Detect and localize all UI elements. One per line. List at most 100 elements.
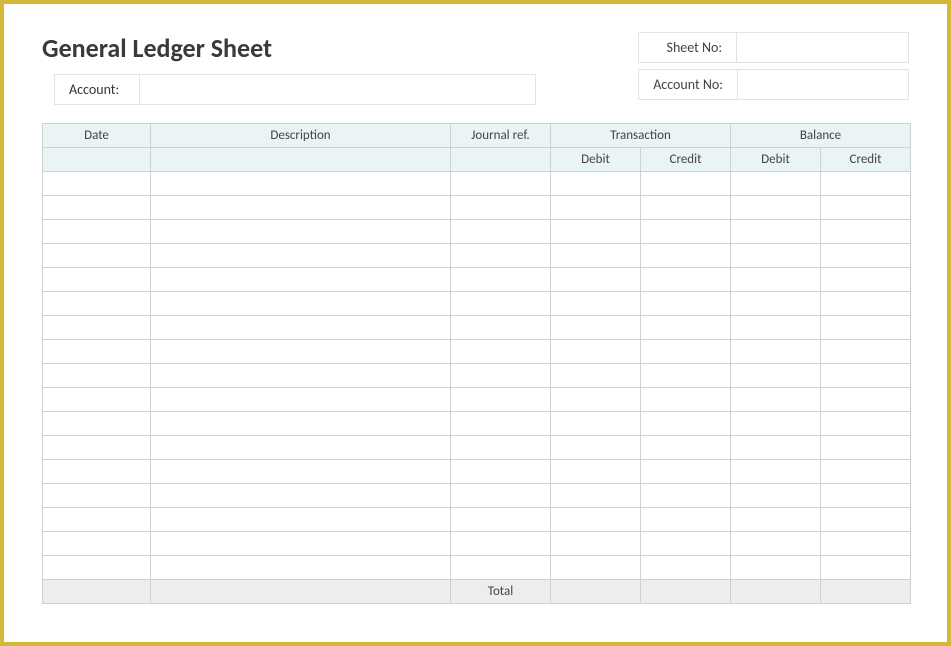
cell-date[interactable] (43, 364, 151, 388)
cell-description[interactable] (151, 316, 451, 340)
cell-transaction-credit[interactable] (641, 364, 731, 388)
cell-description[interactable] (151, 412, 451, 436)
cell-transaction-credit[interactable] (641, 292, 731, 316)
cell-transaction-credit[interactable] (641, 460, 731, 484)
cell-balance-debit[interactable] (731, 556, 821, 580)
cell-transaction-credit[interactable] (641, 556, 731, 580)
cell-balance-credit[interactable] (821, 532, 911, 556)
cell-balance-credit[interactable] (821, 292, 911, 316)
cell-balance-credit[interactable] (821, 364, 911, 388)
cell-date[interactable] (43, 220, 151, 244)
cell-date[interactable] (43, 436, 151, 460)
cell-date[interactable] (43, 244, 151, 268)
cell-description[interactable] (151, 484, 451, 508)
cell-journal-ref[interactable] (451, 172, 551, 196)
cell-date[interactable] (43, 508, 151, 532)
cell-balance-credit[interactable] (821, 460, 911, 484)
cell-transaction-credit[interactable] (641, 412, 731, 436)
cell-description[interactable] (151, 436, 451, 460)
cell-journal-ref[interactable] (451, 196, 551, 220)
cell-date[interactable] (43, 412, 151, 436)
cell-description[interactable] (151, 340, 451, 364)
cell-description[interactable] (151, 460, 451, 484)
cell-balance-debit[interactable] (731, 436, 821, 460)
cell-balance-debit[interactable] (731, 244, 821, 268)
cell-transaction-credit[interactable] (641, 532, 731, 556)
cell-transaction-credit[interactable] (641, 268, 731, 292)
cell-date[interactable] (43, 316, 151, 340)
cell-transaction-debit[interactable] (551, 268, 641, 292)
cell-balance-debit[interactable] (731, 220, 821, 244)
cell-balance-debit[interactable] (731, 412, 821, 436)
account-input[interactable] (140, 75, 535, 104)
cell-balance-debit[interactable] (731, 316, 821, 340)
cell-transaction-credit[interactable] (641, 436, 731, 460)
cell-transaction-credit[interactable] (641, 220, 731, 244)
cell-balance-debit[interactable] (731, 388, 821, 412)
cell-transaction-debit[interactable] (551, 340, 641, 364)
cell-transaction-credit[interactable] (641, 172, 731, 196)
cell-transaction-debit[interactable] (551, 172, 641, 196)
cell-balance-credit[interactable] (821, 172, 911, 196)
cell-transaction-debit[interactable] (551, 244, 641, 268)
cell-transaction-debit[interactable] (551, 556, 641, 580)
cell-journal-ref[interactable] (451, 220, 551, 244)
cell-journal-ref[interactable] (451, 484, 551, 508)
cell-journal-ref[interactable] (451, 292, 551, 316)
cell-journal-ref[interactable] (451, 340, 551, 364)
cell-transaction-credit[interactable] (641, 196, 731, 220)
cell-journal-ref[interactable] (451, 244, 551, 268)
cell-balance-debit[interactable] (731, 508, 821, 532)
cell-balance-credit[interactable] (821, 340, 911, 364)
cell-transaction-debit[interactable] (551, 364, 641, 388)
cell-balance-credit[interactable] (821, 220, 911, 244)
cell-description[interactable] (151, 196, 451, 220)
cell-description[interactable] (151, 220, 451, 244)
cell-balance-credit[interactable] (821, 436, 911, 460)
cell-balance-debit[interactable] (731, 196, 821, 220)
cell-description[interactable] (151, 556, 451, 580)
cell-transaction-debit[interactable] (551, 436, 641, 460)
cell-journal-ref[interactable] (451, 316, 551, 340)
cell-description[interactable] (151, 172, 451, 196)
cell-transaction-credit[interactable] (641, 244, 731, 268)
cell-balance-debit[interactable] (731, 172, 821, 196)
cell-date[interactable] (43, 340, 151, 364)
cell-date[interactable] (43, 292, 151, 316)
cell-journal-ref[interactable] (451, 268, 551, 292)
cell-description[interactable] (151, 364, 451, 388)
cell-journal-ref[interactable] (451, 388, 551, 412)
cell-balance-credit[interactable] (821, 268, 911, 292)
cell-transaction-debit[interactable] (551, 316, 641, 340)
cell-date[interactable] (43, 196, 151, 220)
cell-balance-credit[interactable] (821, 412, 911, 436)
cell-balance-credit[interactable] (821, 316, 911, 340)
cell-balance-debit[interactable] (731, 268, 821, 292)
cell-transaction-debit[interactable] (551, 388, 641, 412)
cell-balance-credit[interactable] (821, 556, 911, 580)
cell-transaction-debit[interactable] (551, 460, 641, 484)
account-no-input[interactable] (738, 70, 908, 99)
cell-description[interactable] (151, 388, 451, 412)
cell-date[interactable] (43, 532, 151, 556)
cell-description[interactable] (151, 508, 451, 532)
cell-journal-ref[interactable] (451, 436, 551, 460)
cell-journal-ref[interactable] (451, 364, 551, 388)
cell-transaction-credit[interactable] (641, 388, 731, 412)
cell-transaction-debit[interactable] (551, 292, 641, 316)
cell-description[interactable] (151, 532, 451, 556)
cell-balance-debit[interactable] (731, 364, 821, 388)
cell-date[interactable] (43, 556, 151, 580)
cell-transaction-credit[interactable] (641, 316, 731, 340)
cell-journal-ref[interactable] (451, 412, 551, 436)
cell-transaction-credit[interactable] (641, 508, 731, 532)
cell-description[interactable] (151, 244, 451, 268)
cell-journal-ref[interactable] (451, 460, 551, 484)
cell-description[interactable] (151, 292, 451, 316)
cell-journal-ref[interactable] (451, 532, 551, 556)
cell-date[interactable] (43, 388, 151, 412)
cell-balance-debit[interactable] (731, 532, 821, 556)
cell-date[interactable] (43, 484, 151, 508)
cell-transaction-debit[interactable] (551, 196, 641, 220)
cell-balance-credit[interactable] (821, 388, 911, 412)
